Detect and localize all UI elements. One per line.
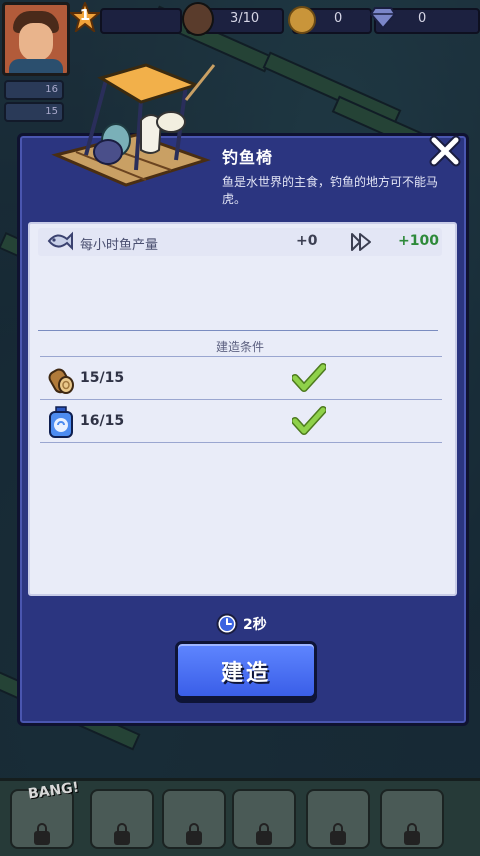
fist-slot[interactable] bbox=[232, 789, 296, 849]
condition-value: 15/15 bbox=[80, 370, 125, 386]
production-current: +0 bbox=[296, 233, 318, 249]
fish-icon bbox=[47, 231, 73, 251]
build-button-label: 建造 bbox=[220, 661, 271, 686]
player-level: 1 bbox=[79, 6, 91, 24]
coin-count: 0 bbox=[334, 11, 343, 26]
section-divider bbox=[38, 330, 438, 331]
conditions-title: 建造条件 bbox=[215, 340, 264, 354]
production-label: 每小时鱼产量 bbox=[80, 238, 159, 253]
check-icon bbox=[292, 363, 326, 392]
xp-bar bbox=[100, 8, 182, 34]
population-count: 3/10 bbox=[230, 11, 260, 26]
lock-icon bbox=[330, 823, 346, 845]
condition-row: 16/15 bbox=[40, 402, 440, 442]
log-icon bbox=[48, 368, 74, 394]
gift-slot[interactable] bbox=[306, 789, 370, 849]
top-hud: 1 3/10 0 0 bbox=[0, 0, 480, 76]
survivor-portrait-icon bbox=[182, 2, 214, 36]
map-slot[interactable] bbox=[380, 789, 444, 849]
lock-icon bbox=[114, 823, 130, 845]
condition-value: 16/15 bbox=[80, 413, 125, 429]
build-time: 2秒 bbox=[243, 617, 267, 633]
building-title: 钓鱼椅 bbox=[222, 148, 274, 167]
coin-icon bbox=[288, 6, 316, 34]
divider bbox=[40, 399, 442, 400]
fast-forward-arrow-icon bbox=[351, 233, 371, 251]
clock-icon bbox=[216, 613, 238, 635]
crate-slot[interactable] bbox=[162, 789, 226, 849]
fishing-chair-icon bbox=[51, 63, 216, 187]
gem-count: 0 bbox=[418, 11, 427, 26]
build-button[interactable]: 建造 bbox=[175, 641, 317, 699]
divider bbox=[40, 442, 442, 443]
production-next: +100 bbox=[398, 233, 439, 249]
bottom-toolbar: BANG! bbox=[0, 778, 480, 856]
building-description: 鱼是水世界的主食，钓鱼的地方可不能马虎。 bbox=[222, 175, 439, 206]
condition-row: 15/15 bbox=[40, 359, 440, 399]
divider bbox=[40, 356, 442, 357]
survivor-slot[interactable] bbox=[90, 789, 154, 849]
close-icon[interactable] bbox=[428, 134, 462, 168]
lock-icon bbox=[186, 823, 202, 845]
diamond-icon bbox=[370, 7, 396, 30]
lock-icon bbox=[34, 823, 50, 845]
water-bottle-icon bbox=[49, 406, 73, 438]
lock-icon bbox=[404, 823, 420, 845]
check-icon bbox=[292, 406, 326, 435]
lock-icon bbox=[256, 823, 272, 845]
